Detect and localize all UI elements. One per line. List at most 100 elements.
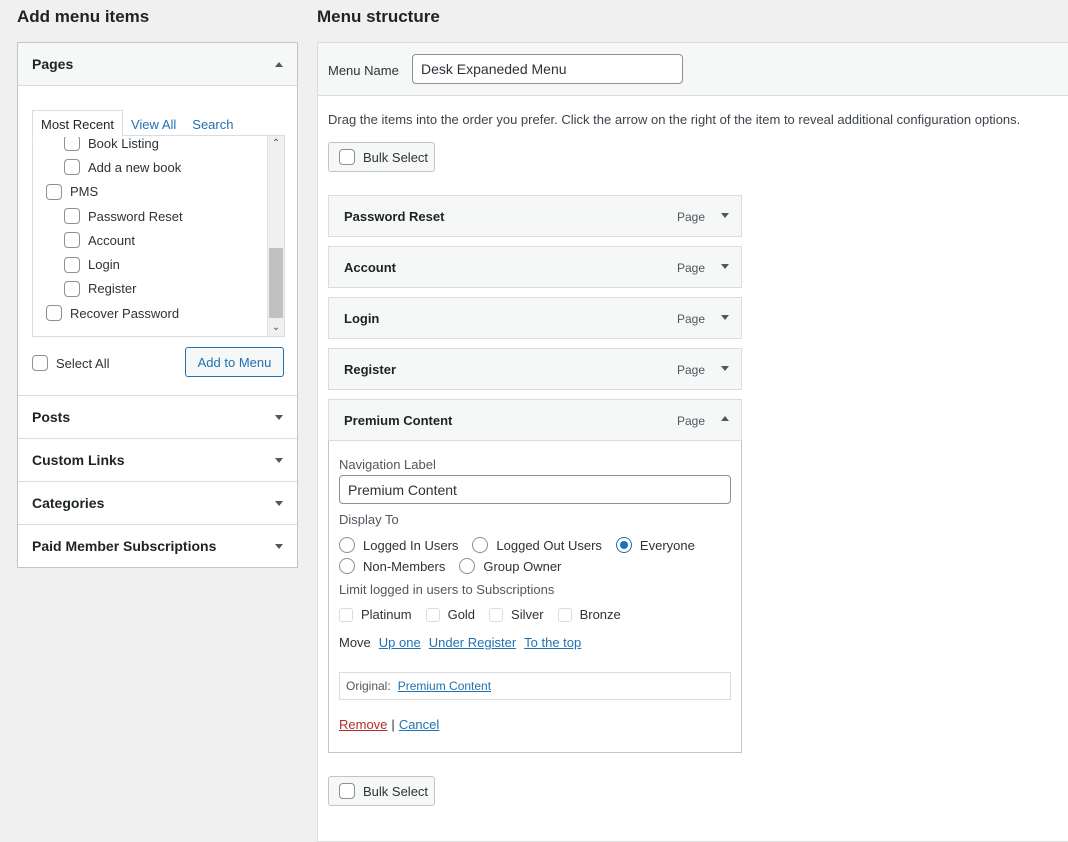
add-to-menu-button[interactable]: Add to Menu — [185, 347, 284, 377]
collapse-item-icon[interactable] — [721, 416, 729, 421]
add-menu-items-panel: Pages Most Recent View All Search Book L… — [17, 42, 298, 568]
menu-name-input[interactable]: Desk Expaneded Menu — [412, 54, 683, 84]
menu-item-type: Page — [676, 312, 705, 326]
subscription-bronze[interactable]: Bronze — [557, 607, 621, 622]
subscription-checkbox[interactable] — [425, 607, 440, 622]
page-checkbox[interactable] — [64, 256, 80, 273]
subscription-checkbox[interactable] — [489, 607, 504, 622]
page-checklist-item[interactable]: Register — [33, 277, 269, 301]
pages-section-body: Most Recent View All Search Book Listing… — [18, 86, 297, 395]
radio-button[interactable] — [459, 558, 476, 574]
radio-label: Logged Out Users — [496, 537, 602, 553]
radio-button[interactable] — [472, 537, 489, 553]
page-checkbox[interactable] — [46, 305, 62, 322]
custom-links-section-title: Custom Links — [32, 452, 125, 468]
expand-arrow-icon[interactable] — [275, 457, 283, 463]
select-all-checkbox[interactable] — [32, 355, 48, 371]
page-checklist-item[interactable]: Book Listing — [33, 135, 269, 155]
pages-section: Pages Most Recent View All Search Book L… — [18, 43, 297, 396]
navigation-label-input[interactable]: Premium Content — [339, 475, 731, 504]
actions-separator: | — [391, 717, 395, 732]
paid-member-subscriptions-section-header[interactable]: Paid Member Subscriptions — [18, 525, 297, 567]
move-to-top-link[interactable]: To the top — [524, 635, 581, 650]
page-checkbox[interactable] — [64, 232, 80, 249]
radio-button[interactable] — [339, 558, 355, 574]
select-all-pages[interactable]: Select All — [32, 355, 109, 371]
radio-button[interactable] — [339, 537, 355, 553]
posts-section: Posts — [18, 396, 297, 439]
page-label: Password Reset — [88, 208, 183, 224]
subscription-label: Gold — [447, 607, 476, 622]
pages-list-panel: Book Listing Add a new book PMS Password Re… — [32, 135, 285, 337]
expand-item-icon[interactable] — [721, 264, 729, 269]
custom-links-section-header[interactable]: Custom Links — [18, 439, 297, 481]
menu-structure-panel: Menu Name Desk Expaneded Menu Drag the i… — [317, 42, 1068, 842]
page-label: Book Listing — [88, 135, 159, 151]
scrollbar-thumb[interactable] — [269, 248, 283, 318]
menu-item-password-reset[interactable]: Password Reset Page — [328, 195, 742, 237]
subscription-label: Silver — [511, 607, 544, 622]
page-checklist-item[interactable]: Account — [33, 228, 269, 252]
page-label: Recover Password — [70, 305, 180, 321]
page-checklist-item[interactable]: Login — [33, 252, 269, 276]
menu-item-title: Login — [344, 310, 380, 326]
posts-section-header[interactable]: Posts — [18, 396, 297, 438]
display-non-members[interactable]: Non-Members — [339, 558, 445, 574]
page-checklist-item[interactable]: Recover Password — [33, 301, 269, 325]
expand-arrow-icon[interactable] — [275, 500, 283, 506]
bulk-select-button-bottom[interactable]: Bulk Select — [328, 776, 435, 806]
page-checkbox[interactable] — [64, 159, 80, 176]
categories-section-header[interactable]: Categories — [18, 482, 297, 524]
tab-most-recent[interactable]: Most Recent — [32, 110, 123, 137]
paid-member-subscriptions-section: Paid Member Subscriptions — [18, 525, 297, 567]
scroll-up-icon[interactable]: ⌃ — [268, 136, 284, 152]
move-up-one-link[interactable]: Up one — [379, 635, 421, 650]
collapse-arrow-icon[interactable] — [275, 61, 283, 67]
cancel-link[interactable]: Cancel — [399, 717, 439, 732]
pages-section-header[interactable]: Pages — [18, 43, 297, 86]
move-under-register-link[interactable]: Under Register — [429, 635, 516, 650]
tab-view-all[interactable]: View All — [123, 111, 184, 136]
categories-section-title: Categories — [32, 495, 105, 511]
pages-tabs: Most Recent View All Search — [32, 110, 241, 137]
page-checkbox[interactable] — [46, 183, 62, 200]
bulk-select-checkbox[interactable] — [339, 149, 355, 165]
expand-item-icon[interactable] — [721, 315, 729, 320]
subscription-platinum[interactable]: Platinum — [339, 607, 412, 622]
pages-list-scrollbar[interactable]: ⌃ ⌄ — [267, 136, 284, 336]
expand-arrow-icon[interactable] — [275, 543, 283, 549]
page-checkbox[interactable] — [64, 208, 80, 225]
display-group-owner[interactable]: Group Owner — [459, 558, 561, 574]
subscription-checkbox[interactable] — [557, 607, 572, 622]
display-logged-in-users[interactable]: Logged In Users — [339, 537, 458, 553]
page-checklist-item[interactable]: PMS — [33, 180, 269, 204]
item-actions: Remove | Cancel — [339, 717, 439, 732]
menu-item-type: Page — [676, 363, 705, 377]
menu-item-login[interactable]: Login Page — [328, 297, 742, 339]
page-checklist-item[interactable]: Password Reset — [33, 204, 269, 228]
page-checklist-item[interactable]: Add a new book — [33, 155, 269, 179]
menu-item-premium-content[interactable]: Premium Content Page — [328, 399, 742, 441]
subscription-gold[interactable]: Gold — [425, 607, 476, 622]
subscription-checkbox[interactable] — [339, 607, 353, 622]
bulk-select-checkbox[interactable] — [339, 783, 355, 799]
expand-item-icon[interactable] — [721, 213, 729, 218]
display-logged-out-users[interactable]: Logged Out Users — [472, 537, 602, 553]
expand-item-icon[interactable] — [721, 366, 729, 371]
display-everyone[interactable]: Everyone — [615, 537, 695, 553]
display-to-row-2: Non-Members Group Owner — [339, 558, 575, 574]
bulk-select-button-top[interactable]: Bulk Select — [328, 142, 435, 172]
page-checkbox[interactable] — [64, 136, 80, 152]
tab-search[interactable]: Search — [184, 111, 241, 136]
original-link[interactable]: Premium Content — [398, 679, 491, 693]
subscription-silver[interactable]: Silver — [489, 607, 544, 622]
remove-link[interactable]: Remove — [339, 717, 387, 732]
posts-section-title: Posts — [32, 409, 71, 425]
expand-arrow-icon[interactable] — [275, 414, 283, 420]
menu-item-account[interactable]: Account Page — [328, 246, 742, 288]
menu-item-register[interactable]: Register Page — [328, 348, 742, 390]
paid-member-subscriptions-section-title: Paid Member Subscriptions — [32, 538, 217, 554]
radio-button-selected[interactable] — [615, 537, 632, 553]
scroll-down-icon[interactable]: ⌄ — [268, 320, 284, 336]
page-checkbox[interactable] — [64, 280, 80, 297]
